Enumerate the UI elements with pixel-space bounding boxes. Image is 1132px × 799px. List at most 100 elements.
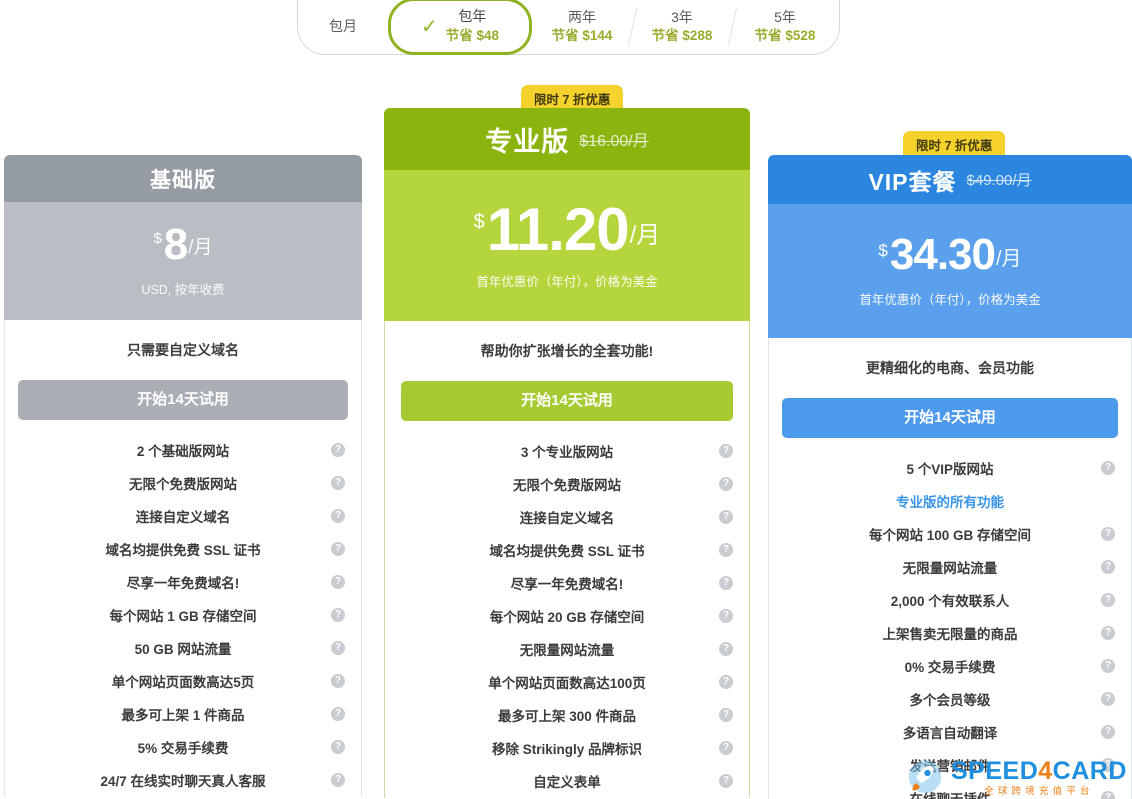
help-icon[interactable]: ?	[719, 576, 733, 591]
plan-card-vip: VIP套餐 $49.00/月 $ 34.30 /月 首年优惠价（年付），价格为美…	[768, 155, 1132, 799]
feature-row: 连接自定义域名?	[5, 500, 361, 533]
price-note: 首年优惠价（年付），价格为美金	[476, 275, 658, 289]
help-icon[interactable]: ?	[331, 773, 345, 788]
feature-link[interactable]: 专业版的所有功能	[769, 485, 1131, 518]
help-icon[interactable]: ?	[1101, 791, 1115, 799]
help-icon[interactable]: ?	[719, 609, 733, 624]
feature-list: 5 个VIP版网站? 专业版的所有功能每个网站 100 GB 存储空间? 无限量网站…	[769, 438, 1131, 799]
feature-row: 每个网站 20 GB 存储空间?	[385, 600, 749, 633]
feature-row: 尽享一年免费域名!?	[385, 567, 749, 600]
help-icon[interactable]: ?	[719, 774, 733, 789]
feature-row: 上架售卖无限量的商品?	[769, 617, 1131, 650]
feature-label: 上架售卖无限量的商品	[882, 627, 1018, 643]
plan-price-block: $ 11.20 /月 首年优惠价（年付），价格为美金	[384, 170, 750, 321]
feature-label: 3 个专业版网站	[520, 445, 614, 461]
help-icon[interactable]: ?	[331, 542, 345, 557]
feature-label: 多语言自动翻译	[902, 726, 998, 742]
feature-row: 24/7 在线实时聊天真人客服?	[5, 764, 361, 797]
feature-row: 5 个VIP版网站?	[769, 452, 1131, 485]
help-icon[interactable]: ?	[331, 641, 345, 656]
feature-label: 5% 交易手续费	[137, 741, 229, 757]
help-icon[interactable]: ?	[331, 707, 345, 722]
feature-label: 5 个VIP版网站	[906, 462, 994, 478]
price-note: 首年优惠价（年付），价格为美金	[859, 292, 1041, 307]
feature-label: 专业版的所有功能	[896, 495, 1004, 511]
help-icon[interactable]: ?	[719, 675, 733, 690]
feature-label: 域名均提供免费 SSL 证书	[105, 543, 261, 559]
help-icon[interactable]: ?	[331, 575, 345, 590]
feature-label: 连接自定义域名	[519, 511, 615, 527]
currency-symbol: $	[153, 229, 162, 247]
feature-label: 自定义表单	[533, 775, 601, 791]
help-icon[interactable]: ?	[1101, 758, 1115, 773]
plan-header: 基础版	[4, 155, 362, 202]
help-icon[interactable]: ?	[331, 740, 345, 755]
currency-symbol: $	[473, 211, 485, 233]
help-icon[interactable]: ?	[1101, 659, 1115, 674]
help-icon[interactable]: ?	[719, 444, 733, 459]
help-icon[interactable]: ?	[719, 642, 733, 657]
help-icon[interactable]: ?	[331, 476, 345, 491]
help-icon[interactable]: ?	[719, 477, 733, 492]
feature-label: 无限量网站流量	[902, 561, 998, 577]
feature-label: 尽享一年免费域名!	[126, 576, 240, 592]
feature-label: 移除 Strikingly 品牌标识	[491, 742, 643, 758]
feature-row: 2,000 个有效联系人?	[769, 584, 1131, 617]
help-icon[interactable]: ?	[719, 510, 733, 525]
help-icon[interactable]: ?	[719, 543, 733, 558]
plan-description: 帮助你扩张增长的全套功能!	[480, 343, 654, 359]
help-icon[interactable]: ?	[1101, 560, 1115, 575]
feature-label: 单个网站页面数高达5页	[111, 675, 255, 691]
feature-row: 5% 交易手续费?	[5, 731, 361, 764]
price-amount: 8	[163, 219, 189, 269]
feature-row: 无限个免费版网站?	[385, 468, 749, 501]
feature-row: 尽享一年免费域名!?	[5, 566, 361, 599]
help-icon[interactable]: ?	[331, 608, 345, 623]
feature-list: 3 个专业版网站? 无限个免费版网站? 连接自定义域名? 域名均提供免费 SSL 证书…	[385, 421, 749, 798]
feature-label: 24/7 在线实时聊天真人客服	[100, 774, 266, 790]
feature-label: 0% 交易手续费	[904, 660, 996, 676]
help-icon[interactable]: ?	[331, 443, 345, 458]
feature-row: 0% 交易手续费?	[769, 650, 1131, 683]
help-icon[interactable]: ?	[1101, 527, 1115, 542]
plan-price-block: $ 34.30 /月 首年优惠价（年付），价格为美金	[768, 204, 1132, 338]
feature-label: 在线聊天插件	[910, 788, 991, 799]
billing-cycle-tab-yearly[interactable]: ✓ 包年 节省 $48	[388, 0, 532, 55]
feature-row: 每个网站 100 GB 存储空间?	[769, 518, 1131, 551]
feature-label: 每个网站 20 GB 存储空间	[489, 610, 645, 626]
help-icon[interactable]: ?	[1101, 461, 1115, 476]
help-icon[interactable]: ?	[1101, 626, 1115, 641]
help-icon[interactable]: ?	[719, 741, 733, 756]
billing-cycle-label: 包年	[458, 8, 487, 25]
feature-label: 无限量网站流量	[519, 643, 615, 659]
start-trial-button[interactable]: 开始14天试用	[401, 380, 733, 421]
start-trial-button[interactable]: 开始14天试用	[782, 397, 1118, 438]
price-period: /月	[629, 222, 661, 249]
plan-name: 专业版	[485, 126, 570, 157]
plan-price-block: $ 8 /月 USD, 按年收费	[4, 202, 362, 320]
help-icon[interactable]: ?	[1101, 692, 1115, 707]
feature-row: 域名均提供免费 SSL 证书?	[5, 533, 361, 566]
feature-row: 3 个专业版网站?	[385, 435, 749, 468]
help-icon[interactable]: ?	[1101, 593, 1115, 608]
price-note: USD, 按年收费	[141, 283, 225, 298]
feature-label: 最多可上架 300 件商品	[497, 709, 637, 725]
help-icon[interactable]: ?	[331, 674, 345, 689]
feature-row: 多个会员等级?	[769, 683, 1131, 716]
feature-row: 连接自定义域名?	[385, 501, 749, 534]
help-icon[interactable]: ?	[719, 708, 733, 723]
help-icon[interactable]: ?	[1101, 725, 1115, 740]
feature-row: 在线聊天插件?	[769, 782, 1131, 799]
feature-label: 发送营销邮件	[909, 759, 991, 775]
plan-header: VIP套餐 $49.00/月	[768, 155, 1132, 204]
help-icon[interactable]: ?	[331, 509, 345, 524]
price-amount: 34.30	[889, 230, 996, 280]
feature-label: 域名均提供免费 SSL 证书	[489, 544, 645, 560]
feature-row: 域名均提供免费 SSL 证书?	[385, 534, 749, 567]
start-trial-button[interactable]: 开始14天试用	[18, 379, 348, 420]
feature-row: 移除 Strikingly 品牌标识?	[385, 732, 749, 765]
plan-body: 帮助你扩张增长的全套功能! 开始14天试用 3 个专业版网站? 无限个免费版网站?…	[384, 321, 750, 798]
check-icon: ✓	[420, 15, 438, 38]
price-period: /月	[996, 247, 1022, 270]
plan-card-pro: 专业版 $16.00/月 $ 11.20 /月 首年优惠价（年付），价格为美金 …	[384, 108, 750, 798]
